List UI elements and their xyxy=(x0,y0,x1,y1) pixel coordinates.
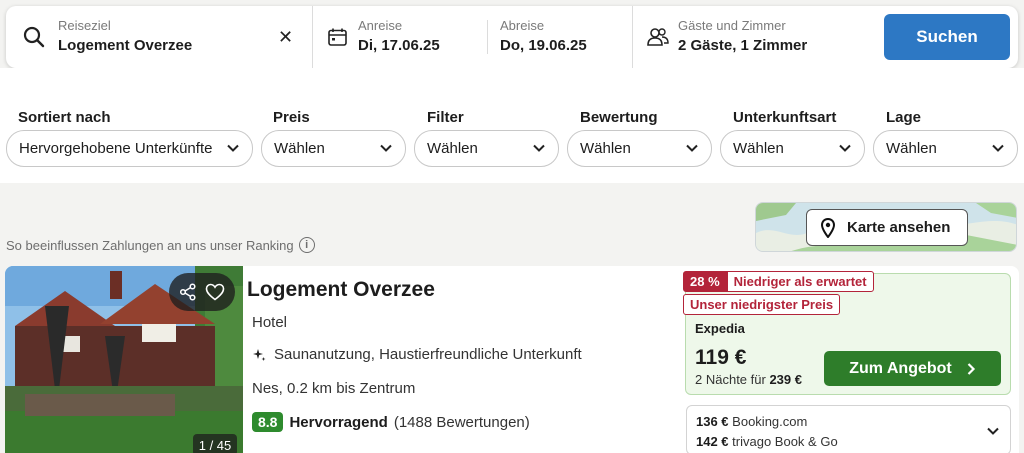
other-offers[interactable]: 136 € Booking.com 142 € trivago Book & G… xyxy=(686,405,1011,453)
filter-label-rating: Bewertung xyxy=(580,109,658,126)
deal-price: 119 € xyxy=(695,346,747,369)
discount-text: Niedriger als erwartet xyxy=(726,271,874,292)
search-icon xyxy=(23,26,45,48)
search-bar: Reiseziel Logement Overzee ✕ Anreise Di,… xyxy=(6,6,1018,68)
rating-word: Hervorragend xyxy=(289,413,388,431)
checkout-field[interactable]: Do, 19.06.25 xyxy=(500,37,587,54)
divider xyxy=(487,20,488,54)
other-offer-price: 136 € xyxy=(696,414,729,429)
hotel-name[interactable]: Logement Overzee xyxy=(247,278,435,302)
checkout-label: Abreise xyxy=(500,18,545,33)
share-icon[interactable] xyxy=(179,283,197,301)
chevron-down-icon xyxy=(992,144,1004,152)
view-map-label: Karte ansehen xyxy=(847,219,951,236)
amenities: Saunanutzung, Haustierfreundliche Unterk… xyxy=(252,346,582,363)
other-offer-provider: trivago Book & Go xyxy=(732,434,838,449)
checkin-field[interactable]: Di, 17.06.25 xyxy=(358,37,440,54)
hotel-photo[interactable]: 1 / 45 xyxy=(5,266,243,453)
guests-icon xyxy=(647,28,669,46)
filter-label-price: Preis xyxy=(273,109,310,126)
sort-select-value: Hervorgehobene Unterkünfte xyxy=(19,140,213,157)
view-deal-button[interactable]: Zum Angebot xyxy=(824,351,1001,386)
heart-icon[interactable] xyxy=(205,283,225,301)
photo-counter: 1 / 45 xyxy=(193,434,237,453)
chevron-right-icon xyxy=(967,362,975,375)
rating-count: (1488 Bewertungen) xyxy=(393,413,530,431)
view-deal-label: Zum Angebot xyxy=(849,359,952,377)
rating-select[interactable]: Wählen xyxy=(567,130,712,167)
guests-field[interactable]: 2 Gäste, 1 Zimmer xyxy=(678,37,807,54)
chevron-down-icon xyxy=(227,144,239,152)
view-map-button[interactable]: Karte ansehen xyxy=(806,209,968,246)
location-select-value: Wählen xyxy=(886,140,937,157)
ranking-note[interactable]: So beeinflussen Zahlungen an uns unser R… xyxy=(6,237,315,253)
destination-input[interactable]: Logement Overzee xyxy=(58,37,192,54)
info-icon[interactable]: i xyxy=(298,237,315,253)
filter-label-location: Lage xyxy=(886,109,922,126)
hotel-location: Nes, 0.2 km bis Zentrum xyxy=(252,380,416,397)
deal-provider: Expedia xyxy=(695,321,745,336)
chevron-down-icon xyxy=(686,144,698,152)
nights-total-price: 239 € xyxy=(769,372,802,387)
other-offer-price: 142 € xyxy=(696,434,729,449)
chevron-down-icon xyxy=(533,144,545,152)
guests-label: Gäste und Zimmer xyxy=(678,18,786,33)
price-select-value: Wählen xyxy=(274,140,325,157)
hotel-type: Hotel xyxy=(252,314,288,331)
search-button[interactable]: Suchen xyxy=(884,14,1010,60)
filter-bar: Sortiert nach Hervorgehobene Unterkünfte… xyxy=(0,68,1024,183)
destination-label: Reiseziel xyxy=(58,18,111,33)
discount-tag: 28 % Niedriger als erwartet xyxy=(683,271,874,292)
other-offer-row: 142 € trivago Book & Go xyxy=(696,434,838,449)
other-offer-provider: Booking.com xyxy=(732,414,808,429)
filter-label-filter: Filter xyxy=(427,109,464,126)
rating-row[interactable]: 8.8 Hervorragend (1488 Bewertungen) xyxy=(252,412,530,432)
other-offer-row: 136 € Booking.com xyxy=(696,414,807,429)
calendar-icon xyxy=(328,28,347,46)
filter-label-property-type: Unterkunftsart xyxy=(733,109,837,126)
filter-select[interactable]: Wählen xyxy=(414,130,559,167)
price-select[interactable]: Wählen xyxy=(261,130,406,167)
filter-label-sort: Sortiert nach xyxy=(18,109,111,126)
photo-actions xyxy=(169,273,235,311)
map-pin-icon xyxy=(821,217,835,238)
sparkle-icon xyxy=(253,348,266,361)
discount-percent: 28 % xyxy=(683,271,727,292)
checkin-label: Anreise xyxy=(358,18,403,33)
rating-select-value: Wählen xyxy=(580,140,631,157)
divider xyxy=(632,6,633,68)
property-type-select-value: Wählen xyxy=(733,140,784,157)
chevron-down-icon xyxy=(380,144,392,152)
location-select[interactable]: Wählen xyxy=(873,130,1018,167)
chevron-down-icon[interactable] xyxy=(986,424,1000,438)
nights-text: 2 Nächte für xyxy=(695,372,766,387)
divider xyxy=(312,6,313,68)
clear-destination-button[interactable]: ✕ xyxy=(278,27,293,48)
property-type-select[interactable]: Wählen xyxy=(720,130,865,167)
chevron-down-icon xyxy=(839,144,851,152)
lowest-price-tag: Unser niedrigster Preis xyxy=(683,294,841,315)
nights-total: 2 Nächte für 239 € xyxy=(695,372,802,387)
rating-badge: 8.8 xyxy=(252,412,284,432)
sort-select[interactable]: Hervorgehobene Unterkünfte xyxy=(6,130,253,167)
ranking-note-text: So beeinflussen Zahlungen an uns unser R… xyxy=(6,237,294,253)
filter-select-value: Wählen xyxy=(427,140,478,157)
amenities-text: Saunanutzung, Haustierfreundliche Unterk… xyxy=(274,346,582,363)
